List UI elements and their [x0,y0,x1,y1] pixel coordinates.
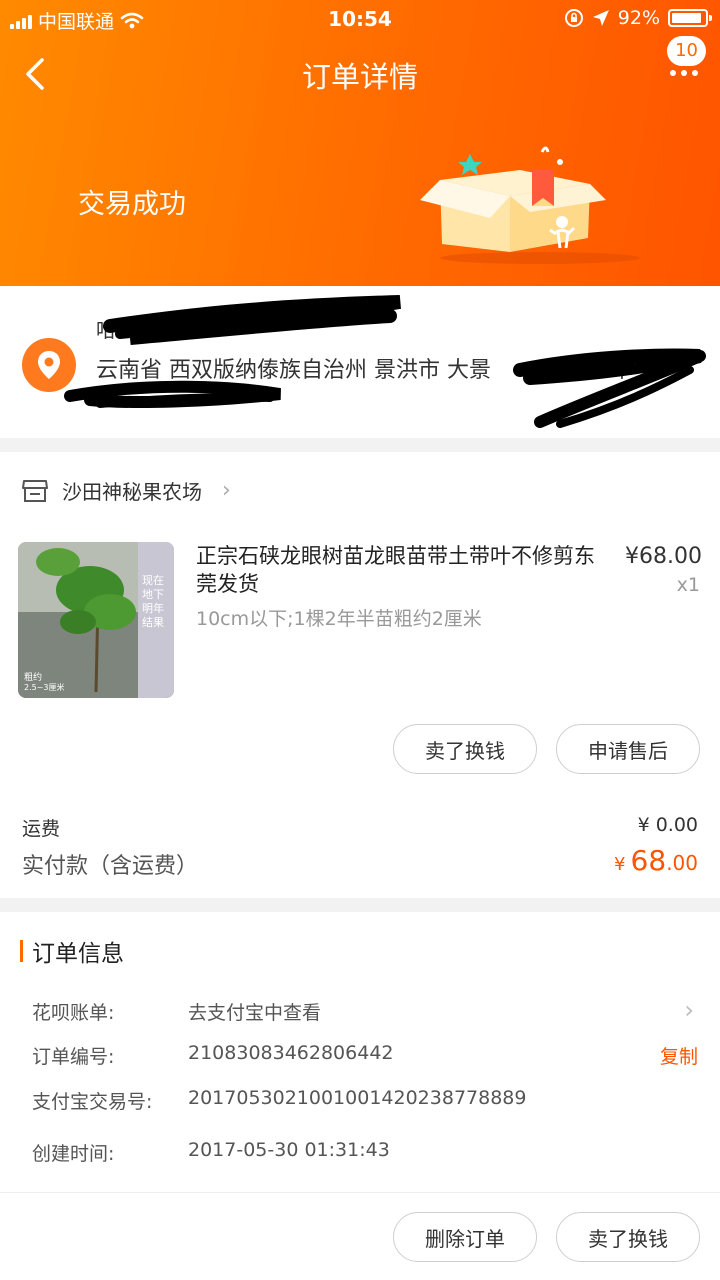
status-bar: 中国联通 10:54 92% [0,0,720,38]
redaction-scribble [64,295,706,428]
huabei-label: 花呗账单: [32,1002,115,1024]
status-right: 92% [564,7,712,29]
after-sale-button[interactable]: 申请售后 [556,724,700,774]
thumb-text-3: 明年 [142,601,164,615]
order-header: 中国联通 10:54 92% 订单详情 10 交易成功 [0,0,720,286]
order-items-card: 沙田神秘果农场 › 现在 地下 明年 结果 粗约 2.5~3厘米 正宗石硖龙眼树… [0,452,720,898]
alipay-trade-value: 2017053021001001420238778889 [188,1087,527,1109]
delete-order-button[interactable]: 删除订单 [393,1212,537,1262]
chevron-right-icon: › [222,478,231,503]
sell-for-cash-button-bottom[interactable]: 卖了换钱 [556,1212,700,1262]
product-sku: 10cm以下;1棵2年半苗粗约2厘米 [196,608,482,630]
battery-percent: 92% [617,7,660,29]
huabei-link[interactable]: 去支付宝中查看 [188,998,321,1025]
product-title[interactable]: 正宗石硖龙眼树苗龙眼苗带土带叶不修剪东莞发货 [196,542,596,598]
package-box-icon [420,146,640,264]
thumb-text-2: 地下 [142,588,164,601]
paid-decimal: .00 [666,851,698,875]
chevron-right-icon[interactable]: › [684,996,694,1024]
copy-order-number-button[interactable]: 复制 [660,1042,698,1069]
paid-amount-label: 实付款（含运费） [22,854,199,879]
page-title: 订单详情 [301,60,418,94]
order-info-title: 订单信息 [32,941,124,967]
shop-name: 沙田神秘果农场 [62,480,202,504]
order-number-value: 21083083462806442 [188,1042,394,1064]
order-number-label: 订单编号: [32,1046,115,1068]
product-thumbnail[interactable]: 现在 地下 明年 结果 粗约 2.5~3厘米 [18,542,174,698]
message-count-badge[interactable]: 10 [667,36,706,66]
shipping-address-card[interactable]: 哈 云南省 西双版纳傣族自治州 景洪市 大景单 [0,286,720,438]
order-info-section: 订单信息 花呗账单: 去支付宝中查看 › 订单编号: 2108308346280… [0,912,720,1280]
product-price: ¥68.00 [625,544,702,569]
more-menu-icon[interactable] [670,70,698,76]
paid-amount-value: ¥ 68.00 [614,844,698,877]
created-time-label: 创建时间: [32,1143,115,1165]
thumb-caption: 粗约 [24,671,42,683]
battery-icon [668,9,712,27]
rotation-lock-icon [564,9,583,27]
thumb-caption-2: 2.5~3厘米 [24,682,65,692]
shipping-fee-label: 运费 [22,818,61,840]
order-status-text: 交易成功 [78,189,186,220]
store-icon [22,479,48,502]
shop-row[interactable]: 沙田神秘果农场 › [22,476,231,505]
thumb-text-4: 结果 [142,616,164,629]
paid-integer: 68 [630,844,667,877]
thumb-text-1: 现在 [142,574,164,587]
paid-currency: ¥ [614,854,626,875]
divider [0,1192,720,1193]
sell-for-cash-button[interactable]: 卖了换钱 [393,724,537,774]
section-accent-bar [20,940,23,962]
alipay-trade-label: 支付宝交易号: [32,1091,153,1113]
created-time-value: 2017-05-30 01:31:43 [188,1139,390,1161]
shipping-fee-value: ¥ 0.00 [637,814,698,836]
product-quantity: x1 [676,574,700,596]
location-arrow-icon [592,10,609,26]
